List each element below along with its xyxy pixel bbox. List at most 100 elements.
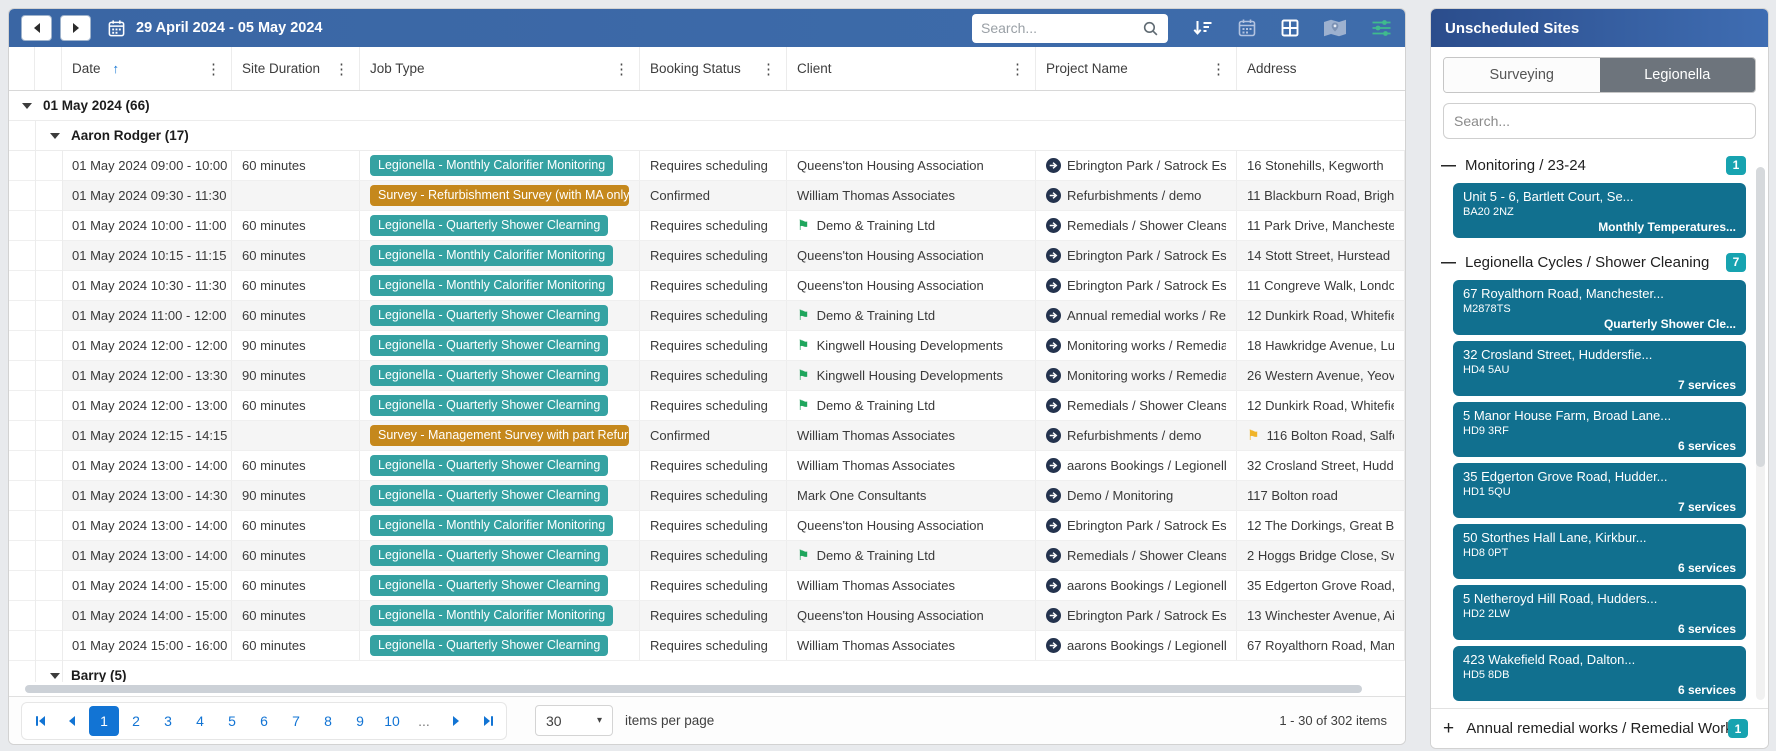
booking-row[interactable]: 01 May 2024 09:00 - 10:0060 minutesLegio…: [9, 151, 1405, 181]
page-button[interactable]: 1: [89, 706, 119, 736]
sidebar-search-input[interactable]: [1443, 103, 1756, 139]
group-row-date[interactable]: 01 May 2024 (66): [9, 91, 1405, 121]
column-menu-icon[interactable]: ⋮: [328, 60, 349, 78]
site-group-header-annual-remedial[interactable]: + Annual remedial works / Remedial Works…: [1431, 708, 1768, 748]
cell-client: William Thomas Associates: [787, 181, 1036, 210]
unscheduled-site-card[interactable]: Unit 5 - 6, Bartlett Court, Se...BA20 2N…: [1453, 183, 1746, 238]
site-group-header[interactable]: —Legionella Cycles / Shower Cleaning7: [1441, 248, 1746, 276]
filters-icon[interactable]: [1370, 18, 1393, 38]
next-page-button[interactable]: [441, 706, 471, 736]
column-header-date[interactable]: Date ↑ ⋮: [62, 47, 232, 90]
unscheduled-site-card[interactable]: 423 Wakefield Road, Dalton...HD5 8DB6 se…: [1453, 646, 1746, 701]
cell-booking-status: Requires scheduling: [640, 481, 787, 510]
site-postcode: HD1 5QU: [1463, 485, 1736, 499]
cell-site-duration: 60 minutes: [232, 211, 360, 240]
collapse-icon[interactable]: [22, 103, 32, 109]
unscheduled-site-card[interactable]: 32 Crosland Street, Huddersfie...HD4 5AU…: [1453, 341, 1746, 396]
more-pages-button[interactable]: ...: [409, 706, 439, 736]
page-button[interactable]: 5: [217, 706, 247, 736]
unscheduled-site-card[interactable]: 67 Royalthorn Road, Manchester...M2878TS…: [1453, 280, 1746, 335]
group-row-engineer-2[interactable]: Barry (5): [9, 661, 1405, 682]
booking-row[interactable]: 01 May 2024 10:00 - 11:0060 minutesLegio…: [9, 211, 1405, 241]
site-service-tag: 6 services: [1463, 621, 1736, 637]
site-postcode: HD2 2LW: [1463, 607, 1736, 621]
map-view-icon[interactable]: [1323, 18, 1347, 38]
booking-row[interactable]: 01 May 2024 11:00 - 12:0060 minutesLegio…: [9, 301, 1405, 331]
unscheduled-site-card[interactable]: 50 Storthes Hall Lane, Kirkbur...HD8 0PT…: [1453, 524, 1746, 579]
sidebar-scrollbar[interactable]: [1756, 167, 1765, 700]
scrollbar-thumb[interactable]: [1756, 167, 1765, 467]
page-button[interactable]: 7: [281, 706, 311, 736]
grid-body: 01 May 2024 (66) Aaron Rodger (17) 01 Ma…: [9, 91, 1405, 682]
column-header-booking-status[interactable]: Booking Status ⋮: [640, 47, 787, 90]
prev-week-button[interactable]: [21, 15, 52, 41]
first-page-button[interactable]: [25, 706, 55, 736]
booking-row[interactable]: 01 May 2024 13:00 - 14:0060 minutesLegio…: [9, 541, 1405, 571]
booking-row[interactable]: 01 May 2024 10:15 - 11:1560 minutesLegio…: [9, 241, 1405, 271]
cell-client: ⚑Demo & Training Ltd: [787, 211, 1036, 240]
column-header-site-duration[interactable]: Site Duration ⋮: [232, 47, 360, 90]
grid-view-icon[interactable]: [1280, 18, 1300, 38]
unscheduled-site-card[interactable]: 5 Manor House Farm, Broad Lane...HD9 3RF…: [1453, 402, 1746, 457]
page-button[interactable]: 4: [185, 706, 215, 736]
calendar-view-icon[interactable]: [1237, 18, 1257, 38]
next-week-button[interactable]: [60, 15, 91, 41]
site-service-tag: 7 services: [1463, 499, 1736, 515]
search-icon[interactable]: [1142, 20, 1159, 37]
page-button[interactable]: 2: [121, 706, 151, 736]
booking-row[interactable]: 01 May 2024 15:00 - 16:0060 minutesLegio…: [9, 631, 1405, 661]
page-button[interactable]: 6: [249, 706, 279, 736]
cell-project-name: aarons Bookings / Legionella: [1036, 571, 1237, 600]
page-button[interactable]: 8: [313, 706, 343, 736]
booking-row[interactable]: 01 May 2024 14:00 - 15:0060 minutesLegio…: [9, 601, 1405, 631]
tab-surveying[interactable]: Surveying: [1444, 58, 1600, 92]
green-flag-icon: ⚑: [797, 547, 810, 564]
booking-row[interactable]: 01 May 2024 09:30 - 11:30Survey - Refurb…: [9, 181, 1405, 211]
job-type-badge: Legionella - Quarterly Shower Clearning: [370, 545, 608, 566]
search-input[interactable]: [981, 20, 1142, 36]
arrow-circle-right-icon: [1046, 488, 1061, 503]
horizontal-scrollbar[interactable]: [9, 682, 1405, 696]
group-row-engineer[interactable]: Aaron Rodger (17): [9, 121, 1405, 151]
site-group-header[interactable]: —Monitoring / 23-241: [1441, 151, 1746, 179]
collapse-icon[interactable]: [50, 133, 60, 139]
tab-legionella[interactable]: Legionella: [1600, 58, 1756, 92]
column-menu-icon[interactable]: ⋮: [1205, 60, 1226, 78]
column-menu-icon[interactable]: ⋮: [200, 60, 221, 78]
column-menu-icon[interactable]: ⋮: [608, 60, 629, 78]
cell-site-duration: [232, 181, 360, 210]
arrow-circle-right-icon: [1046, 218, 1061, 233]
column-header-job-type[interactable]: Job Type ⋮: [360, 47, 640, 90]
cell-booking-status: Requires scheduling: [640, 571, 787, 600]
site-address: 67 Royalthorn Road, Manchester...: [1463, 285, 1736, 302]
booking-row[interactable]: 01 May 2024 14:00 - 15:0060 minutesLegio…: [9, 571, 1405, 601]
column-header-project-name[interactable]: Project Name ⋮: [1036, 47, 1237, 90]
booking-row[interactable]: 01 May 2024 10:30 - 11:3060 minutesLegio…: [9, 271, 1405, 301]
booking-row[interactable]: 01 May 2024 13:00 - 14:3090 minutesLegio…: [9, 481, 1405, 511]
booking-row[interactable]: 01 May 2024 12:00 - 12:0090 minutesLegio…: [9, 331, 1405, 361]
booking-row[interactable]: 01 May 2024 12:15 - 14:15Survey - Manage…: [9, 421, 1405, 451]
unscheduled-site-card[interactable]: 35 Edgerton Grove Road, Hudder...HD1 5QU…: [1453, 463, 1746, 518]
booking-row[interactable]: 01 May 2024 13:00 - 14:0060 minutesLegio…: [9, 511, 1405, 541]
column-header-address[interactable]: Address: [1237, 47, 1405, 90]
cell-job-type: Legionella - Quarterly Shower Clearning: [360, 541, 640, 570]
cell-project-name: Ebrington Park / Satrock Estate: [1036, 601, 1237, 630]
page-button[interactable]: 10: [377, 706, 407, 736]
scrollbar-thumb[interactable]: [25, 685, 1362, 693]
unscheduled-site-card[interactable]: 5 Netheroyd Hill Road, Hudders...HD2 2LW…: [1453, 585, 1746, 640]
column-header-client[interactable]: Client ⋮: [787, 47, 1036, 90]
booking-row[interactable]: 01 May 2024 13:00 - 14:0060 minutesLegio…: [9, 451, 1405, 481]
sort-descending-icon[interactable]: [1191, 18, 1214, 38]
page-size-select[interactable]: 30 ▾: [535, 705, 613, 736]
prev-page-button[interactable]: [57, 706, 87, 736]
booking-row[interactable]: 01 May 2024 12:00 - 13:3090 minutesLegio…: [9, 361, 1405, 391]
site-address: 35 Edgerton Grove Road, Hudder...: [1463, 468, 1736, 485]
group-indent-column: [35, 47, 62, 90]
last-page-button[interactable]: [473, 706, 503, 736]
column-menu-icon[interactable]: ⋮: [1004, 60, 1025, 78]
booking-row[interactable]: 01 May 2024 12:00 - 13:0060 minutesLegio…: [9, 391, 1405, 421]
collapse-icon[interactable]: [50, 673, 60, 679]
column-menu-icon[interactable]: ⋮: [755, 60, 776, 78]
page-button[interactable]: 3: [153, 706, 183, 736]
page-button[interactable]: 9: [345, 706, 375, 736]
